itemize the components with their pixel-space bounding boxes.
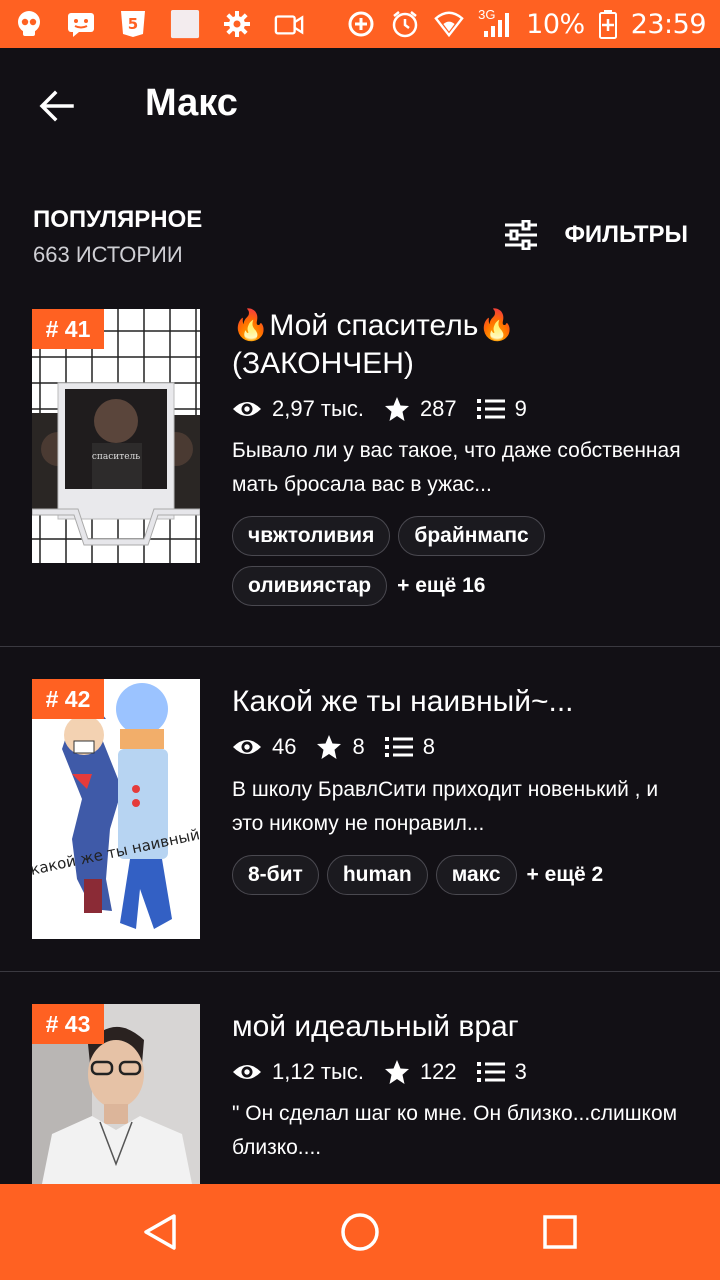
story-description: " Он сделал шаг ко мне. Он близко...слиш…	[232, 1102, 678, 1159]
votes-stat: 122	[384, 1059, 457, 1085]
skull-icon	[14, 9, 44, 39]
tag-chip[interactable]: чвжтоливия	[232, 516, 391, 556]
story-description: В школу БравлСити приходит новенький , и…	[232, 778, 659, 835]
views-count: 1,12 тыс.	[272, 1059, 364, 1084]
story-description: Бывало ли у вас такое, что даже собствен…	[232, 439, 681, 496]
nav-recents-button[interactable]	[536, 1208, 584, 1256]
app-bar: Макс	[0, 48, 720, 164]
star-icon	[317, 735, 342, 759]
story-cover[interactable]: # 43	[32, 1004, 200, 1184]
video-icon	[274, 9, 304, 39]
filters-label: ФИЛЬТРЫ	[564, 221, 688, 248]
rank-badge: # 41	[32, 309, 104, 349]
more-tags-link[interactable]: + ещё 2	[525, 855, 604, 895]
svg-text:спаситель: спаситель	[92, 452, 140, 462]
list-icon	[476, 399, 505, 419]
story-title[interactable]: 🔥Мой спаситель🔥 (ЗАКОНЧЕН)	[232, 307, 692, 383]
back-button[interactable]	[34, 84, 78, 128]
story-stats: 1,12 тыс. 122 3	[232, 1059, 547, 1085]
divider	[0, 971, 720, 972]
battery-percent: 10%	[526, 8, 585, 40]
chat-icon	[66, 9, 96, 39]
story-stats: 46 8 8	[232, 734, 455, 760]
story-cover[interactable]: какой же ты наивный # 42	[32, 679, 200, 939]
eye-icon	[233, 402, 261, 416]
html5-icon: 5	[118, 9, 148, 39]
blank-app-icon	[170, 9, 200, 39]
recents-square-icon	[543, 1215, 577, 1249]
story-title[interactable]: мой идеальный враг	[232, 1008, 692, 1046]
parts-stat: 8	[384, 734, 435, 760]
sliders-icon	[505, 220, 538, 250]
views-stat: 46	[232, 734, 296, 760]
tag-chip[interactable]: human	[326, 855, 428, 895]
battery-icon	[598, 9, 617, 39]
parts-stat: 9	[476, 396, 527, 422]
votes-count: 122	[419, 1059, 457, 1084]
more-tags-link[interactable]: + ещё 16	[395, 566, 485, 606]
parts-count: 9	[514, 396, 527, 421]
navigation-bar	[0, 1184, 720, 1280]
story-stats: 2,97 тыс. 287 9	[232, 396, 547, 422]
tag-list: чвжтоливия брайнмапс оливиястар + ещё 16	[232, 516, 702, 606]
star-icon	[384, 1060, 409, 1084]
views-stat: 1,12 тыс.	[232, 1059, 364, 1085]
list-icon	[384, 737, 413, 757]
views-count: 46	[272, 734, 297, 759]
tag-list: 8-бит human макс + ещё 2	[232, 855, 702, 895]
votes-count: 8	[352, 734, 365, 759]
list-icon	[476, 1062, 505, 1082]
nav-back-button[interactable]	[136, 1208, 184, 1256]
story-cover[interactable]: спаситель # 41	[32, 309, 200, 563]
parts-count: 3	[514, 1059, 527, 1084]
star-icon	[384, 397, 409, 421]
svg-text:5: 5	[128, 15, 138, 33]
tag-chip[interactable]: 8-бит	[232, 855, 319, 895]
section-title: ПОПУЛЯРНОЕ	[33, 206, 203, 233]
parts-stat: 3	[476, 1059, 527, 1085]
divider	[0, 646, 720, 647]
rank-badge: # 42	[32, 679, 104, 719]
views-stat: 2,97 тыс.	[232, 396, 364, 422]
views-count: 2,97 тыс.	[272, 396, 364, 421]
back-triangle-icon	[144, 1214, 176, 1250]
wifi-icon	[434, 9, 464, 39]
story-title[interactable]: Какой же ты наивный~...	[232, 683, 692, 721]
gear-icon	[222, 9, 252, 39]
arrow-left-icon	[39, 90, 74, 122]
filters-button[interactable]: ФИЛЬТРЫ	[504, 220, 688, 250]
nav-home-button[interactable]	[336, 1208, 384, 1256]
tag-chip[interactable]: макс	[435, 855, 517, 895]
story-count: 663 ИСТОРИИ	[33, 242, 183, 267]
tag-chip[interactable]: оливиястар	[232, 566, 388, 606]
home-circle-icon	[341, 1213, 379, 1251]
data-saver-icon	[346, 9, 376, 39]
parts-count: 8	[422, 734, 435, 759]
votes-count: 287	[419, 396, 457, 421]
votes-stat: 287	[384, 396, 457, 422]
alarm-icon	[390, 9, 420, 39]
eye-icon	[233, 1065, 261, 1079]
votes-stat: 8	[316, 734, 365, 760]
section-header: ПОПУЛЯРНОЕ 663 ИСТОРИИ ФИЛЬТРЫ	[0, 196, 720, 276]
status-bar: 5 3G 10% 23:59	[0, 0, 720, 48]
page-title: Макс	[145, 82, 238, 124]
clock: 23:59	[630, 8, 707, 40]
tag-chip[interactable]: брайнмапс	[398, 516, 545, 556]
signal-icon: 3G	[478, 7, 512, 39]
rank-badge: # 43	[32, 1004, 104, 1044]
eye-icon	[233, 740, 261, 754]
